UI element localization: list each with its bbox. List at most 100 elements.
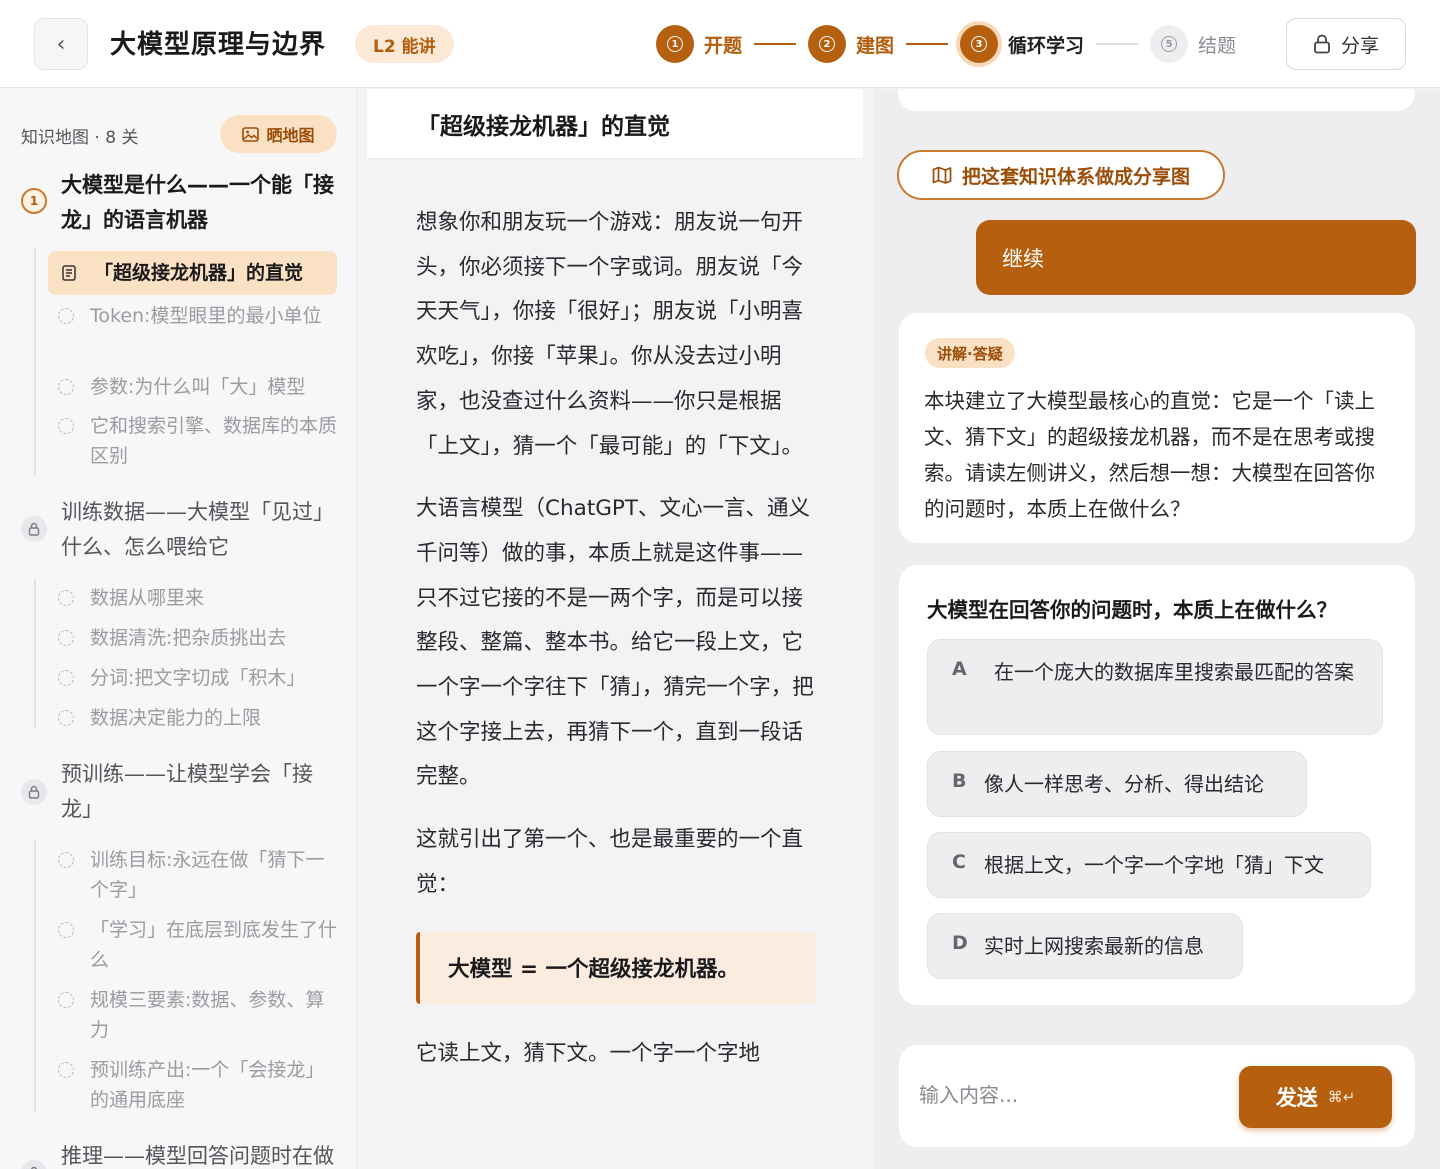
chapter-2-title[interactable]: 训练数据——大模型「见过」什么、怎么喂给它 — [61, 495, 341, 565]
step-connector — [754, 43, 797, 45]
pending-circle-icon — [58, 922, 74, 938]
pending-circle-icon — [58, 670, 74, 686]
step-3-number: 3 — [960, 25, 999, 63]
chat-panel: 把这套知识体系做成分享图 继续 讲解·答疑 本块建立了大模型最核心的直觉：它是一… — [873, 89, 1440, 1169]
progress-steps: 1 开题 2 建图 3 循环学习 5 结题 — [656, 24, 1236, 64]
quiz-option-a[interactable]: A 在一个庞大的数据库里搜索最匹配的答案 — [927, 639, 1383, 735]
sidebar-item-label: 训练目标:永远在做「猜下一个字」 — [90, 849, 325, 901]
chapter-1-number-icon: 1 — [21, 188, 47, 214]
sidebar-item-intuition[interactable]: 「超级接龙机器」的直觉 — [48, 251, 337, 295]
step-connector — [906, 43, 949, 45]
ai-message-text: 本块建立了大模型最核心的直觉：它是一个「读上文、猜下文」的超级接龙机器，而不是在… — [924, 389, 1375, 521]
sidebar-item-label: Token:模型眼里的最小单位 — [90, 305, 322, 327]
share-button[interactable]: 分享 — [1286, 18, 1406, 70]
option-letter: A — [952, 658, 967, 680]
pending-circle-icon — [58, 418, 74, 434]
chapter-4-lock — [21, 1160, 47, 1169]
map-icon — [932, 166, 952, 184]
option-letter: C — [952, 851, 966, 873]
step-connector — [1096, 43, 1139, 45]
chapter-1-title[interactable]: 大模型是什么——一个能「接龙」的语言机器 — [61, 168, 341, 238]
document-icon — [62, 265, 76, 281]
back-button[interactable]: ‹ — [34, 18, 88, 70]
make-share-image-button[interactable]: 把这套知识体系做成分享图 — [897, 150, 1225, 200]
lock-icon — [1314, 34, 1330, 54]
sidebar-item-label: 数据从哪里来 — [90, 587, 205, 609]
quiz-question: 大模型在回答你的问题时，本质上在做什么？ — [927, 598, 1337, 622]
sidebar-item-label: 规模三要素:数据、参数、算力 — [90, 989, 325, 1041]
pending-circle-icon — [58, 852, 74, 868]
level-badge: L2 能讲 — [355, 25, 454, 63]
lesson-body: 想象你和朋友玩一个游戏：朋友说一句开头，你必须接下一个字或词。朋友说「今天天气」… — [416, 201, 816, 1094]
lock-icon — [28, 785, 40, 799]
pending-circle-icon — [58, 992, 74, 1008]
shortcut-icon: ⌘↵ — [1327, 1088, 1356, 1106]
chapter-4-title[interactable]: 推理——模型回答问题时在做 — [61, 1139, 341, 1169]
lock-icon — [28, 522, 40, 536]
send-button[interactable]: 发送 ⌘↵ — [1239, 1066, 1392, 1128]
lesson-panel: 「超级接龙机器」的直觉 想象你和朋友玩一个游戏：朋友说一句开头，你必须接下一个字… — [358, 89, 872, 1169]
sidebar-item-data-source[interactable]: 数据从哪里来 — [58, 583, 338, 613]
lesson-header: 「超级接龙机器」的直觉 — [367, 89, 863, 159]
lesson-paragraph: 这就引出了第一个、也是最重要的一个直觉： — [416, 827, 804, 897]
step-5-number: 5 — [1150, 25, 1189, 63]
pending-circle-icon — [58, 379, 74, 395]
step-5[interactable]: 5 结题 — [1150, 25, 1236, 63]
top-header: ‹ 大模型原理与边界 L2 能讲 1 开题 2 建图 3 循环学习 5 结题 分… — [0, 0, 1440, 88]
step-1-label: 开题 — [704, 34, 743, 57]
step-1-number: 1 — [656, 25, 694, 63]
key-callout: 大模型 = 一个超级接龙机器。 — [416, 931, 816, 1004]
sidebar-item-label: 参数:为什么叫「大」模型 — [90, 376, 306, 398]
lesson-paragraph: 想象你和朋友玩一个游戏：朋友说一句开头，你必须接下一个字或词。朋友说「今天天气」… — [416, 210, 804, 459]
option-text: 像人一样思考、分析、得出结论 — [984, 772, 1264, 796]
option-text: 根据上文，一个字一个字地「猜」下文 — [984, 853, 1324, 877]
chapter-2-rail — [34, 579, 36, 729]
pending-circle-icon — [58, 710, 74, 726]
sidebar-item-vs-search[interactable]: 它和搜索引擎、数据库的本质区别 — [58, 411, 338, 471]
quiz-card: 大模型在回答你的问题时，本质上在做什么？ A 在一个庞大的数据库里搜索最匹配的答… — [899, 565, 1415, 1005]
sidebar-item-label: 「超级接龙机器」的直觉 — [94, 262, 304, 284]
quiz-option-d[interactable]: D 实时上网搜索最新的信息 — [927, 913, 1243, 979]
show-map-button[interactable]: 晒地图 — [220, 115, 337, 153]
sidebar-item-token[interactable]: Token:模型眼里的最小单位 — [58, 301, 338, 331]
step-3[interactable]: 3 循环学习 — [960, 25, 1084, 63]
sidebar-item-label: 它和搜索引擎、数据库的本质区别 — [90, 415, 338, 467]
sidebar-item-label: 分词:把文字切成「积木」 — [90, 667, 306, 689]
step-2-label: 建图 — [856, 34, 895, 57]
knowledge-map-sidebar: 知识地图 · 8 关 晒地图 1 大模型是什么——一个能「接龙」的语言机器 「超… — [0, 89, 357, 1169]
option-text: 实时上网搜索最新的信息 — [984, 934, 1204, 958]
quiz-option-b[interactable]: B 像人一样思考、分析、得出结论 — [927, 751, 1307, 817]
step-2[interactable]: 2 建图 — [808, 25, 894, 63]
option-letter: B — [952, 770, 967, 792]
sidebar-item-data-limit[interactable]: 数据决定能力的上限 — [58, 703, 338, 733]
share-label: 分享 — [1340, 34, 1379, 57]
quiz-option-c[interactable]: C 根据上文，一个字一个字地「猜」下文 — [927, 832, 1371, 898]
previous-card — [898, 89, 1415, 111]
pending-circle-icon — [58, 308, 74, 324]
sidebar-item-label: 预训练产出:一个「会接龙」的通用底座 — [90, 1059, 325, 1111]
sidebar-item-tokenize[interactable]: 分词:把文字切成「积木」 — [58, 663, 338, 693]
sidebar-item-label: 「学习」在底层到底发生了什么 — [90, 919, 338, 971]
message-input[interactable] — [919, 1075, 1219, 1115]
sidebar-item-scale[interactable]: 规模三要素:数据、参数、算力 — [58, 985, 338, 1045]
lesson-title: 「超级接龙机器」的直觉 — [417, 114, 670, 140]
sidebar-item-params[interactable]: 参数:为什么叫「大」模型 — [58, 372, 338, 402]
sidebar-item-label: 数据清洗:把杂质挑出去 — [90, 627, 287, 649]
sidebar-item-data-cleaning[interactable]: 数据清洗:把杂质挑出去 — [58, 623, 338, 653]
user-message: 继续 — [976, 220, 1416, 295]
sidebar-item-learning[interactable]: 「学习」在底层到底发生了什么 — [58, 915, 338, 975]
step-3-label: 循环学习 — [1008, 34, 1085, 57]
option-text: 在一个庞大的数据库里搜索最匹配的答案 — [994, 660, 1354, 684]
ai-message-card: 讲解·答疑 本块建立了大模型最核心的直觉：它是一个「读上文、猜下文」的超级接龙机… — [899, 313, 1415, 543]
lesson-paragraph: 大语言模型（ChatGPT、文心一言、通义千问等）做的事，本质上就是这件事——只… — [416, 496, 814, 790]
chapter-3-title[interactable]: 预训练——让模型学会「接龙」 — [61, 757, 341, 827]
chapter-2-lock — [21, 516, 47, 542]
chapter-3-rail — [34, 841, 36, 1111]
pending-circle-icon — [58, 1062, 74, 1078]
sidebar-item-pretrain-output[interactable]: 预训练产出:一个「会接龙」的通用底座 — [58, 1055, 338, 1115]
pending-circle-icon — [58, 590, 74, 606]
sidebar-item-train-goal[interactable]: 训练目标:永远在做「猜下一个字」 — [58, 845, 338, 905]
chevron-left-icon: ‹ — [56, 31, 66, 57]
step-1[interactable]: 1 开题 — [656, 25, 742, 63]
sidebar-item-label: 数据决定能力的上限 — [90, 707, 262, 729]
